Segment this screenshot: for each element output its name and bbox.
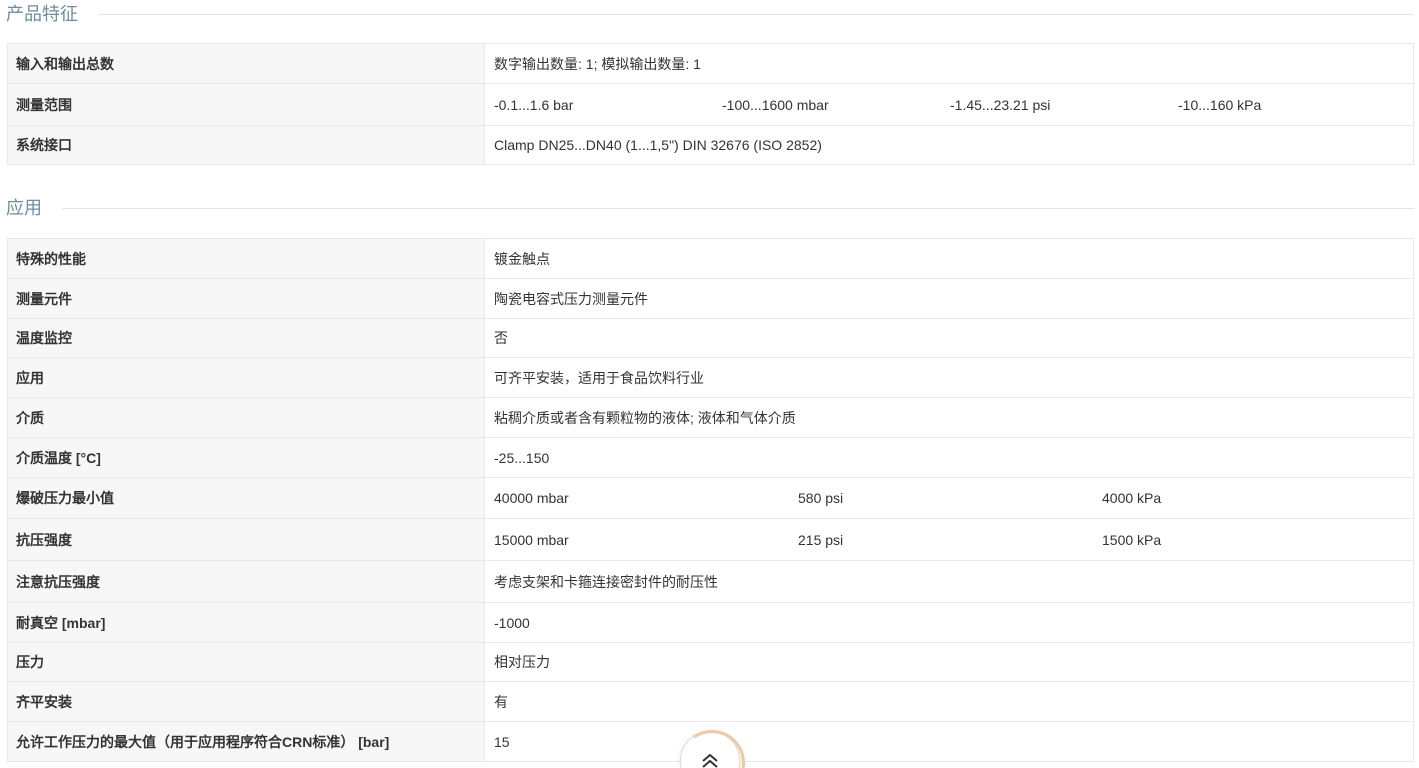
row-value: 相对压力	[484, 642, 1414, 682]
row-label: 耐真空 [mbar]	[7, 602, 485, 643]
row-label: 介质温度 [°C]	[7, 437, 485, 478]
section-divider	[98, 13, 1414, 15]
row-label: 爆破压力最小值	[7, 477, 485, 519]
row-label: 特殊的性能	[7, 238, 485, 279]
row-value: 否	[484, 318, 1414, 358]
row-label: 温度监控	[7, 318, 485, 358]
table-row: 应用 可齐平安装，适用于食品饮料行业	[7, 357, 1414, 398]
table-row: 温度监控 否	[7, 318, 1414, 358]
row-value: 40000 mbar 580 psi 4000 kPa	[484, 477, 1414, 519]
row-label: 介质	[7, 397, 485, 438]
row-label: 测量范围	[7, 83, 485, 126]
row-label: 压力	[7, 642, 485, 682]
table-row: 爆破压力最小值 40000 mbar 580 psi 4000 kPa	[7, 477, 1414, 519]
features-table: 输入和输出总数 数字输出数量: 1; 模拟输出数量: 1 测量范围 -0.1..…	[7, 43, 1414, 165]
section-title: 产品特征	[6, 4, 78, 24]
table-row: 测量范围 -0.1...1.6 bar -100...1600 mbar -1.…	[7, 83, 1414, 126]
row-value: -0.1...1.6 bar -100...1600 mbar -1.45...…	[484, 83, 1414, 126]
row-label: 齐平安装	[7, 681, 485, 722]
row-value: 粘稠介质或者含有颗粒物的液体; 液体和气体介质	[484, 397, 1414, 438]
row-value: 15000 mbar 215 psi 1500 kPa	[484, 518, 1414, 561]
value-bar: -0.1...1.6 bar	[494, 96, 574, 113]
section-header-application: 应用	[6, 196, 1414, 220]
table-row: 注意抗压强度 考虑支架和卡箍连接密封件的耐压性	[7, 560, 1414, 603]
value-mbar: 15000 mbar	[494, 531, 569, 548]
application-table: 特殊的性能 镀金触点 测量元件 陶瓷电容式压力测量元件 温度监控 否 应用 可齐…	[7, 238, 1414, 762]
row-value: 有	[484, 681, 1414, 722]
row-label: 注意抗压强度	[7, 560, 485, 603]
table-row: 抗压强度 15000 mbar 215 psi 1500 kPa	[7, 518, 1414, 561]
row-label: 应用	[7, 357, 485, 398]
table-row: 介质 粘稠介质或者含有颗粒物的液体; 液体和气体介质	[7, 397, 1414, 438]
row-value: 镀金触点	[484, 238, 1414, 279]
table-row: 齐平安装 有	[7, 681, 1414, 722]
row-value: 可齐平安装，适用于食品饮料行业	[484, 357, 1414, 398]
table-row: 特殊的性能 镀金触点	[7, 238, 1414, 279]
row-label: 输入和输出总数	[7, 43, 485, 84]
row-value: -25...150	[484, 437, 1414, 478]
table-row: 测量元件 陶瓷电容式压力测量元件	[7, 278, 1414, 319]
row-value: -1000	[484, 602, 1414, 643]
row-label: 允许工作压力的最大值（用于应用程序符合CRN标准） [bar]	[7, 721, 485, 762]
row-label: 抗压强度	[7, 518, 485, 561]
value-mbar: -100...1600 mbar	[722, 96, 829, 113]
value-mbar: 40000 mbar	[494, 490, 569, 506]
row-value: Clamp DN25...DN40 (1...1,5") DIN 32676 (…	[484, 125, 1414, 165]
value-psi: 215 psi	[798, 531, 844, 548]
row-value: 考虑支架和卡箍连接密封件的耐压性	[484, 560, 1414, 603]
section-title: 应用	[6, 198, 42, 218]
table-row: 压力 相对压力	[7, 642, 1414, 682]
double-chevron-up-icon	[702, 754, 718, 768]
value-kpa: 4000 kPa	[1102, 490, 1162, 506]
table-row: 介质温度 [°C] -25...150	[7, 437, 1414, 478]
value-psi: 580 psi	[798, 490, 844, 506]
row-value: 陶瓷电容式压力测量元件	[484, 278, 1414, 319]
table-row: 耐真空 [mbar] -1000	[7, 602, 1414, 643]
section-header-features: 产品特征	[6, 2, 1414, 26]
value-kpa: 1500 kPa	[1102, 531, 1162, 548]
row-label: 测量元件	[7, 278, 485, 319]
value-psi: -1.45...23.21 psi	[950, 96, 1051, 113]
value-kpa: -10...160 kPa	[1178, 96, 1262, 113]
row-label: 系统接口	[7, 125, 485, 165]
table-row: 系统接口 Clamp DN25...DN40 (1...1,5") DIN 32…	[7, 125, 1414, 165]
row-value: 15	[484, 721, 1414, 762]
table-row: 输入和输出总数 数字输出数量: 1; 模拟输出数量: 1	[7, 43, 1414, 84]
row-value: 数字输出数量: 1; 模拟输出数量: 1	[484, 43, 1414, 84]
section-divider	[62, 207, 1414, 209]
